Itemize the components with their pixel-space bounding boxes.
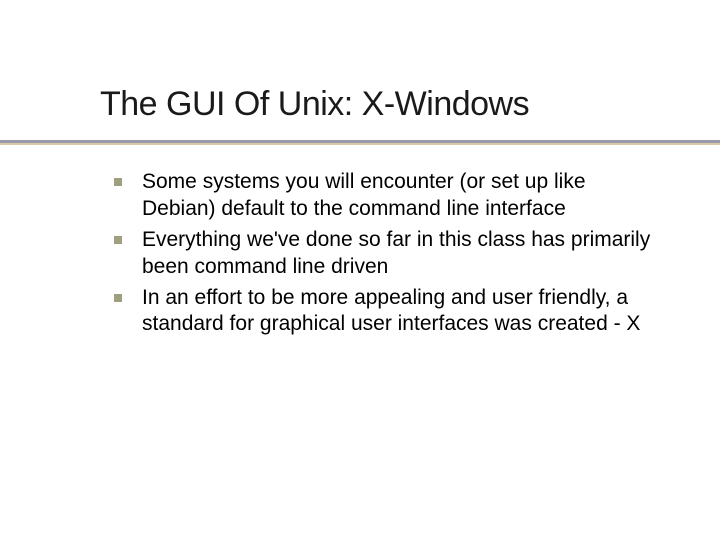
list-item: Some systems you will encounter (or set …	[100, 169, 660, 223]
slide-container: The GUI Of Unix: X-Windows Some systems …	[0, 0, 720, 540]
list-item: Everything we've done so far in this cla…	[100, 227, 660, 281]
bullet-text: In an effort to be more appealing and us…	[142, 285, 660, 339]
bullet-text: Some systems you will encounter (or set …	[142, 169, 660, 223]
square-bullet-icon	[114, 294, 122, 302]
bullet-text: Everything we've done so far in this cla…	[142, 227, 660, 281]
list-item: In an effort to be more appealing and us…	[100, 285, 660, 339]
slide-title: The GUI Of Unix: X-Windows	[100, 85, 660, 124]
square-bullet-icon	[114, 178, 122, 186]
square-bullet-icon	[114, 236, 122, 244]
bullet-list: Some systems you will encounter (or set …	[100, 169, 660, 338]
title-underline	[0, 140, 720, 145]
